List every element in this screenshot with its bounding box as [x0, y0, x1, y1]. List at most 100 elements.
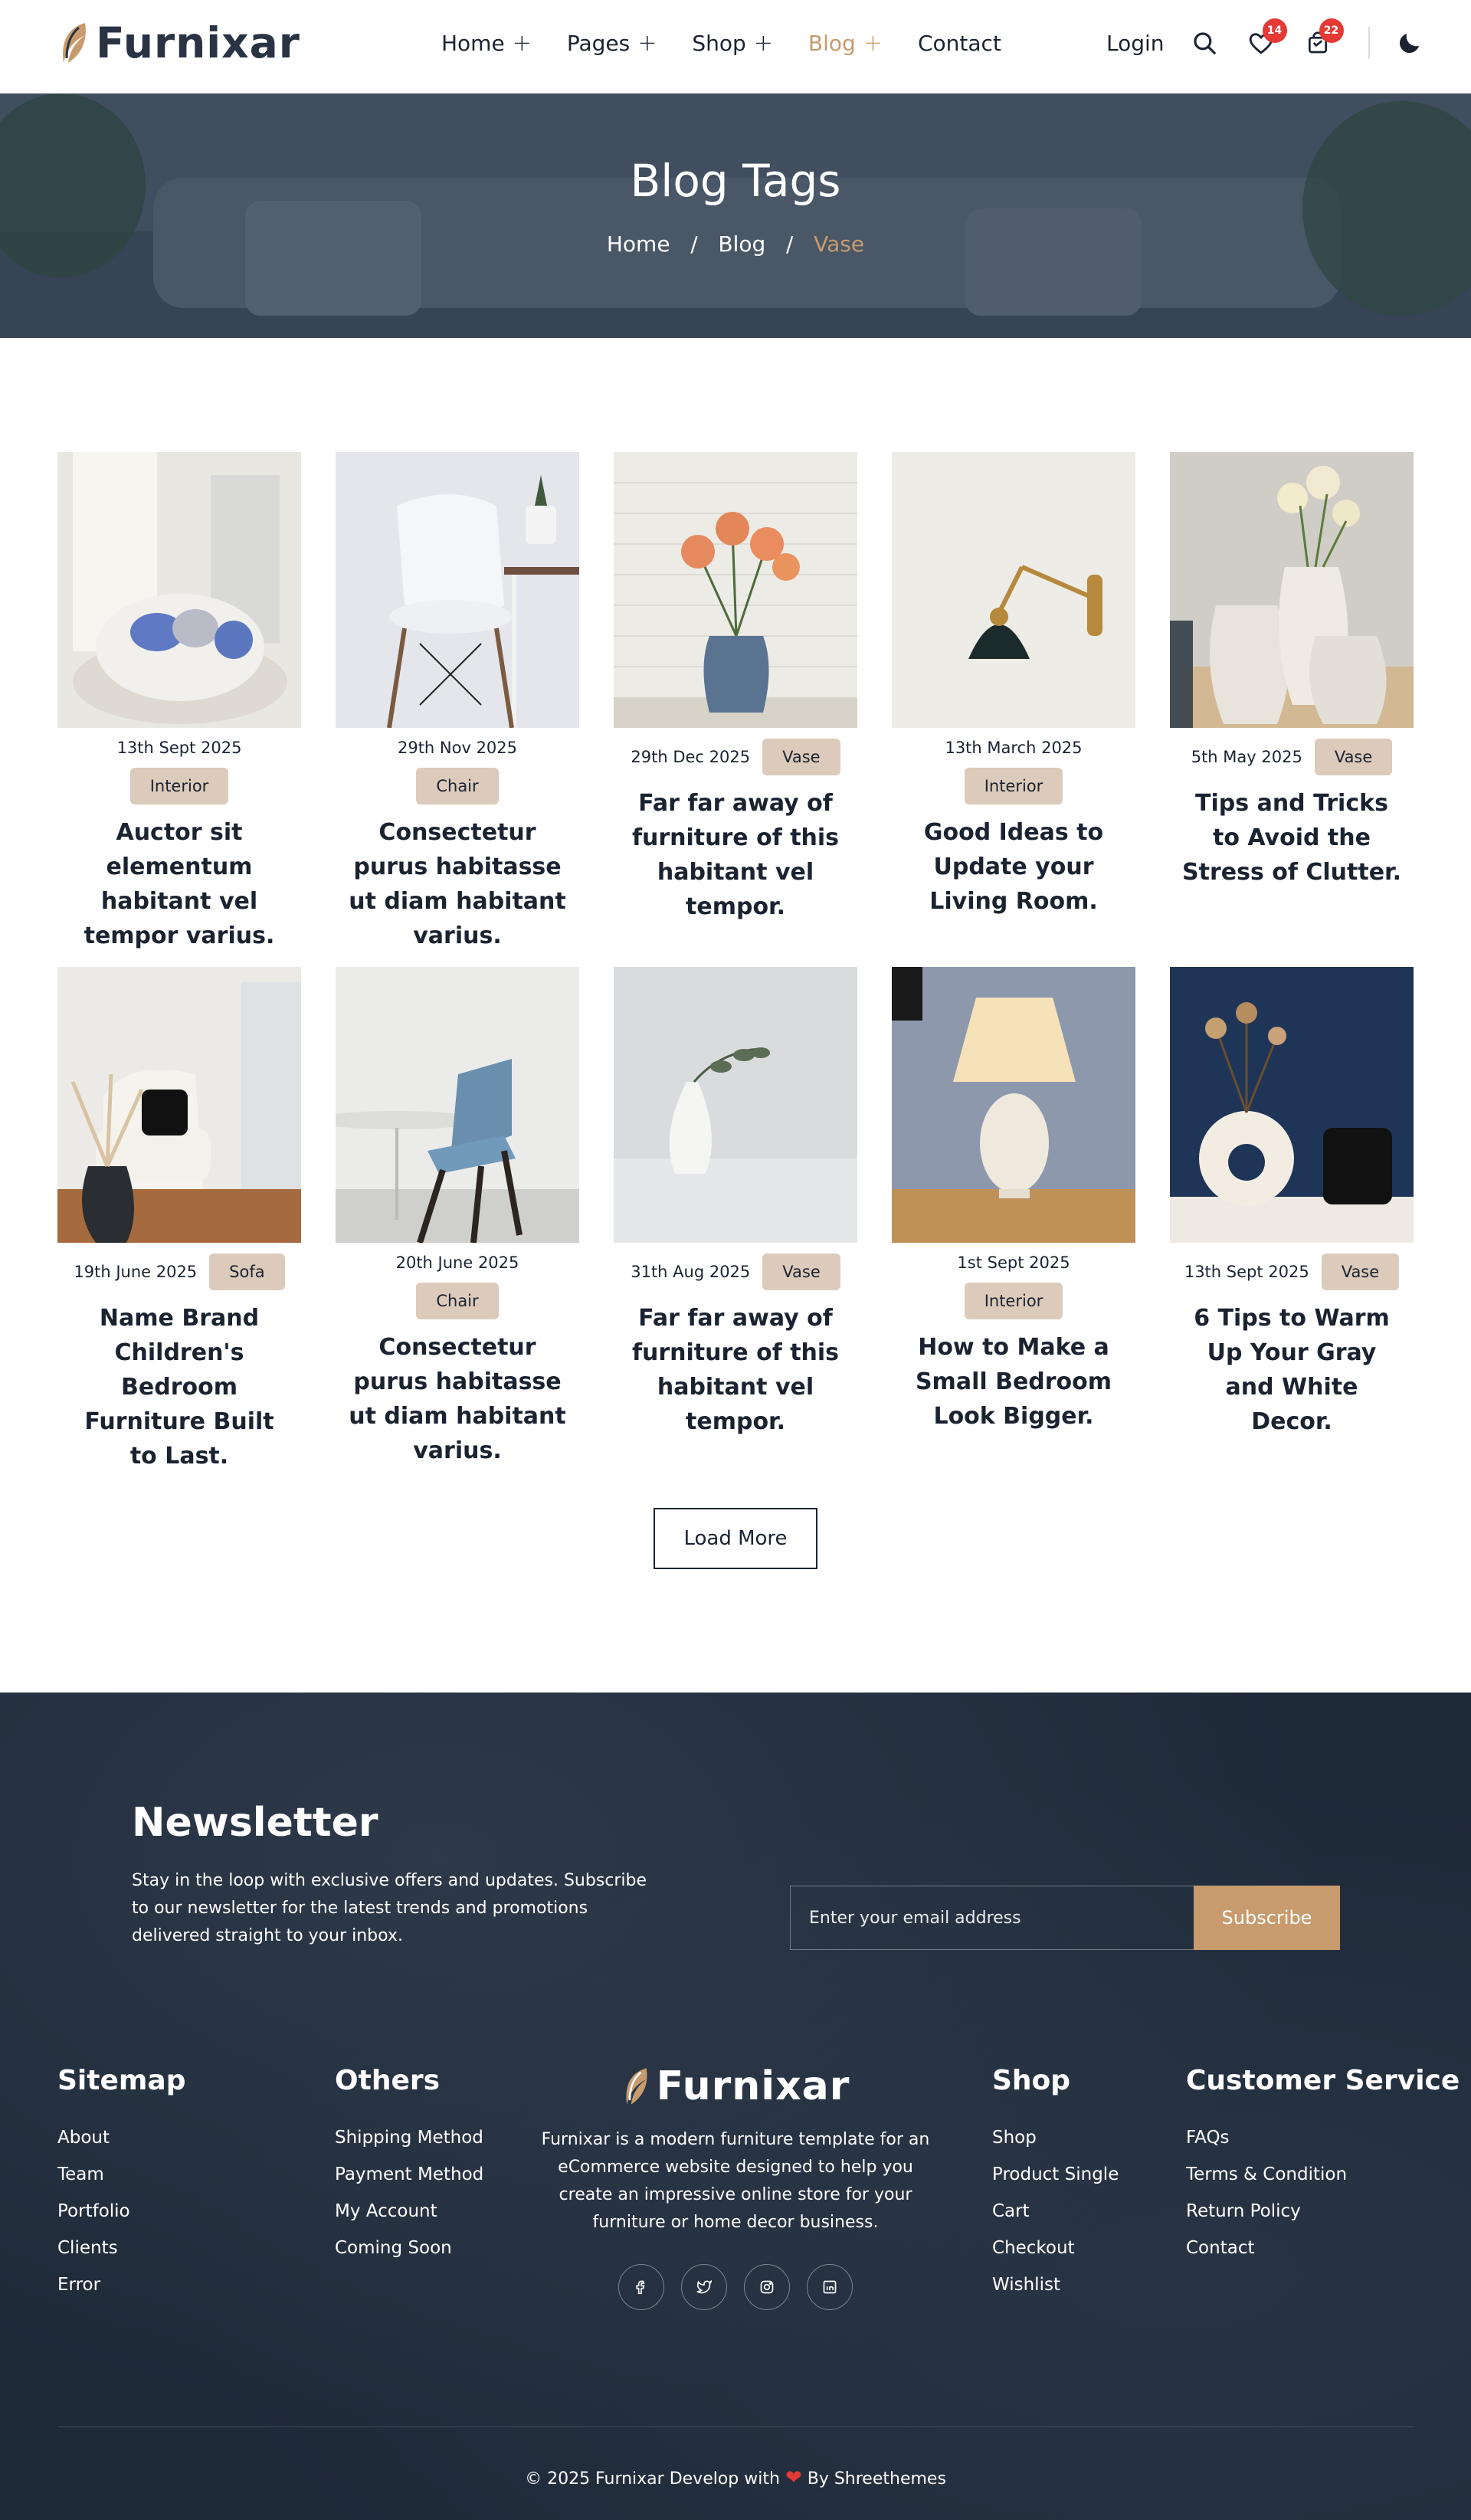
footer-link[interactable]: Product Single	[992, 2156, 1119, 2193]
post-date: 31th Aug 2025	[631, 1263, 751, 1281]
post-tag[interactable]: Sofa	[209, 1253, 285, 1290]
footer-heading: Customer Service	[1186, 2065, 1460, 2096]
footer-link[interactable]: Team	[57, 2156, 185, 2193]
post-tag[interactable]: Vase	[762, 739, 840, 775]
moon-icon[interactable]	[1393, 26, 1427, 60]
footer-link[interactable]: About	[57, 2119, 185, 2156]
footer-link[interactable]: Payment Method	[335, 2156, 483, 2193]
breadcrumb-blog[interactable]: Blog	[718, 231, 765, 257]
post-title[interactable]: Far far away of furniture of this habita…	[614, 1301, 857, 1439]
nav-label: Contact	[917, 31, 1001, 56]
twitter-icon[interactable]	[681, 2264, 727, 2310]
post-meta: 29th Nov 2025 Chair	[336, 739, 579, 804]
nav-item-home[interactable]: Home +	[441, 31, 532, 56]
post-meta: 29th Dec 2025 Vase	[614, 739, 857, 775]
hero-overlay	[0, 93, 1471, 338]
copyright-author[interactable]: By Shreethemes	[808, 2469, 946, 2489]
footer-link[interactable]: Coming Soon	[335, 2230, 483, 2266]
email-field[interactable]	[790, 1886, 1194, 1950]
footer-link[interactable]: My Account	[335, 2193, 483, 2230]
post-date: 20th June 2025	[395, 1253, 519, 1272]
footer-link[interactable]: Error	[57, 2266, 185, 2303]
post-image-white-chair[interactable]	[336, 452, 579, 728]
footer-link[interactable]: Terms & Condition	[1186, 2156, 1460, 2193]
footer-link[interactable]: Portfolio	[57, 2193, 185, 2230]
post-title[interactable]: Far far away of furniture of this habita…	[614, 786, 857, 924]
nav-item-blog[interactable]: Blog +	[808, 31, 883, 56]
newsletter-form: Subscribe	[790, 1886, 1340, 1950]
post-meta: 13th Sept 2025 Vase	[1170, 1253, 1414, 1290]
post-image-armchair[interactable]	[57, 967, 301, 1243]
nav-label: Pages	[566, 31, 631, 56]
footer-logo[interactable]: Furnixar	[534, 2065, 937, 2108]
post-image-ceramic-vases[interactable]	[1170, 452, 1414, 728]
post-title[interactable]: Consectetur purus habitasse ut diam habi…	[336, 815, 579, 953]
page-hero: Blog Tags Home / Blog / Vase	[0, 93, 1471, 338]
wishlist-count-badge: 14	[1262, 18, 1287, 43]
footer-link[interactable]: Contact	[1186, 2230, 1460, 2266]
load-more-button[interactable]: Load More	[654, 1508, 817, 1569]
facebook-icon[interactable]	[618, 2264, 664, 2310]
post-title[interactable]: Tips and Tricks to Avoid the Stress of C…	[1170, 786, 1414, 890]
instagram-icon[interactable]	[744, 2264, 790, 2310]
site-footer: Newsletter Stay in the loop with exclusi…	[0, 1693, 1471, 2520]
nav-label: Shop	[692, 31, 746, 56]
footer-link[interactable]: FAQs	[1186, 2119, 1460, 2156]
nav-item-contact[interactable]: Contact	[918, 31, 1001, 56]
footer-link[interactable]: Cart	[992, 2193, 1119, 2230]
post-tag[interactable]: Vase	[1321, 1253, 1400, 1290]
footer-others: Others Shipping Method Payment Method My…	[335, 2065, 483, 2266]
footer-link[interactable]: Shop	[992, 2119, 1119, 2156]
post-tag[interactable]: Interior	[964, 768, 1063, 804]
post-meta: 13th March 2025 Interior	[892, 739, 1135, 804]
login-link[interactable]: Login	[1106, 31, 1165, 56]
site-header: Furnixar Home + Pages + Shop + Blog + Contac…	[0, 0, 1471, 93]
subscribe-button[interactable]: Subscribe	[1194, 1886, 1340, 1950]
post-image-wall-lamp[interactable]	[892, 452, 1135, 728]
search-icon[interactable]	[1188, 26, 1221, 60]
post-tag[interactable]: Chair	[416, 1283, 499, 1319]
post-tag[interactable]: Chair	[416, 768, 499, 804]
post-meta: 1st Sept 2025 Interior	[892, 1253, 1135, 1319]
post-title[interactable]: How to Make a Small Bedroom Look Bigger.	[892, 1330, 1135, 1434]
blog-card: 5th May 2025 Vase Tips and Tricks to Avo…	[1170, 452, 1414, 890]
post-title[interactable]: Consectetur purus habitasse ut diam habi…	[336, 1330, 579, 1468]
brand-logo[interactable]: Furnixar	[57, 20, 300, 66]
post-tag[interactable]: Vase	[1314, 739, 1393, 775]
post-tag[interactable]: Interior	[964, 1283, 1063, 1319]
post-image-pineapple-lamp[interactable]	[892, 967, 1135, 1243]
post-date: 13th Sept 2025	[116, 739, 242, 757]
footer-heading: Sitemap	[57, 2065, 186, 2096]
footer-link[interactable]: Clients	[57, 2230, 185, 2266]
post-image-flower-vase[interactable]	[614, 452, 857, 728]
post-title[interactable]: Auctor sit elementum habitant vel tempor…	[57, 815, 301, 953]
breadcrumb-home[interactable]: Home	[607, 231, 670, 257]
linkedin-icon[interactable]	[807, 2264, 853, 2310]
blog-card: 29th Nov 2025 Chair Consectetur purus ha…	[336, 452, 579, 953]
post-image-round-chair[interactable]	[57, 452, 301, 728]
post-title[interactable]: Name Brand Children's Bedroom Furniture …	[57, 1301, 301, 1473]
footer-link[interactable]: Shipping Method	[335, 2119, 483, 2156]
bag-icon[interactable]: 22	[1301, 18, 1344, 60]
post-title[interactable]: 6 Tips to Warm Up Your Gray and White De…	[1170, 1301, 1414, 1439]
post-image-blue-chair[interactable]	[336, 967, 579, 1243]
breadcrumb-current: Vase	[814, 231, 865, 257]
footer-sitemap: Sitemap About Team Portfolio Clients Err…	[57, 2065, 185, 2303]
post-image-donut-vase[interactable]	[1170, 967, 1414, 1243]
breadcrumb-separator: /	[677, 231, 712, 257]
post-date: 1st Sept 2025	[957, 1253, 1070, 1272]
footer-link[interactable]: Checkout	[992, 2230, 1119, 2266]
footer-link[interactable]: Return Policy	[1186, 2193, 1460, 2230]
post-image-white-vase[interactable]	[614, 967, 857, 1243]
blog-card: 20th June 2025 Chair Consectetur purus h…	[336, 967, 579, 1468]
nav-item-pages[interactable]: Pages +	[567, 31, 657, 56]
post-title[interactable]: Good Ideas to Update your Living Room.	[892, 815, 1135, 919]
post-date: 19th June 2025	[74, 1263, 198, 1281]
heart-icon: ❤	[785, 2466, 802, 2489]
post-tag[interactable]: Interior	[129, 768, 229, 804]
post-tag[interactable]: Vase	[762, 1253, 840, 1290]
heart-icon[interactable]: 14	[1244, 18, 1287, 60]
footer-link[interactable]: Wishlist	[992, 2266, 1119, 2303]
copyright-text: © 2025 Furnixar Develop with	[525, 2469, 780, 2489]
nav-item-shop[interactable]: Shop +	[692, 31, 773, 56]
